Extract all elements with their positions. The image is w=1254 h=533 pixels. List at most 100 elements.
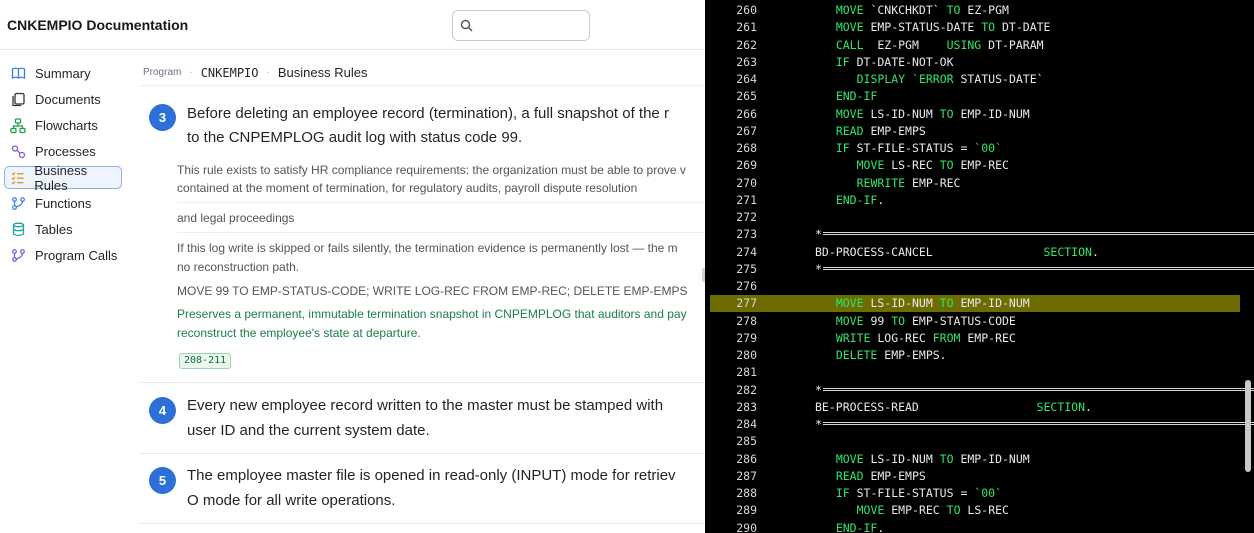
code-line[interactable]: 282 * [705,382,1254,399]
code-keyword: CALL [835,37,878,52]
code-token: EMP-ID-NUM [960,106,1030,121]
comment-star: * [815,382,822,397]
sidebar-item-functions[interactable]: Functions [4,192,122,215]
breadcrumb-current-page: Business Rules [277,65,368,80]
code-token: LOG-REC [877,330,926,345]
code-keyword: TO [939,503,968,518]
code-line[interactable]: 270 REWRITE EMP-REC [705,175,1254,192]
code-line[interactable]: 272 [705,209,1254,226]
line-number: 264 [736,72,757,86]
code-token: LS-ID-NUM [870,296,933,311]
code-line[interactable]: 271 END-IF. [705,192,1254,209]
code-viewer[interactable]: 260 MOVE `CNKCHKDT` TO EZ-PGM 261 MOVE EMP-… [705,0,1254,533]
main-content: Program · CNKEMPIO · Business Rules 3 Be… [133,51,705,533]
highlighted-code-line[interactable]: 277 MOVE LS-ID-NUM TO EMP-ID-NUM [705,295,1254,313]
line-number: 283 [736,399,757,414]
line-number: 269 [736,158,757,173]
code-text: MOVE 99 TO EMP-STATUS-CODE [836,313,1016,330]
line-number: 288 [736,486,757,500]
breadcrumb-program[interactable]: CNKEMPIO [201,66,259,80]
code-line[interactable]: 261 MOVE EMP-STATUS-DATE TO DT-DATE [705,19,1254,36]
code-line[interactable]: 266 MOVE LS-ID-NUM TO EMP-ID-NUM [705,106,1254,123]
code-line[interactable]: 269 MOVE LS-REC TO EMP-REC [705,157,1254,174]
sidebar-item-label: Documents [35,92,101,107]
code-line[interactable]: 281 [705,364,1254,381]
sidebar-item-documents[interactable]: Documents [4,88,122,111]
comment-divider: * [815,382,1254,399]
code-keyword: `00` [974,141,1002,155]
code-keyword: FROM [925,330,968,345]
code-token: EMP-EMPS [870,468,926,483]
code-line[interactable]: 285 [705,433,1254,450]
code-line[interactable]: 278 MOVE 99 TO EMP-STATUS-CODE [705,313,1254,330]
code-line[interactable]: 284 * [705,416,1254,433]
code-keyword: USING [918,37,989,52]
line-number: 263 [736,54,757,69]
source-lines-tag[interactable]: 208-211 [179,353,232,369]
rule-rationale-line: contained at the moment of termination, … [177,181,638,195]
search-input[interactable] [477,15,585,36]
code-line[interactable]: 286 MOVE LS-ID-NUM TO EMP-ID-NUM [705,451,1254,468]
sidebar-item-processes[interactable]: Processes [4,140,122,163]
code-keyword: SECTION [918,399,1086,414]
code-line[interactable]: 276 [705,278,1254,295]
code-text: MOVE `CNKCHKDT` TO EZ-PGM [836,2,1009,19]
code-text: IF ST-FILE-STATUS = `00` [836,140,1002,157]
code-text: CALL EZ-PGM USING DT-PARAM [836,37,1044,54]
line-number: 274 [736,244,757,259]
code-line[interactable]: 288 IF ST-FILE-STATUS = `00` [705,485,1254,502]
code-line[interactable]: 264 DISPLAY `ERROR STATUS-DATE` [705,71,1254,88]
code-line[interactable]: 274 BD-PROCESS-CANCEL SECTION. [705,244,1254,261]
breadcrumb-root[interactable]: Program [143,67,181,78]
code-line[interactable]: 290 END-IF. [705,520,1254,533]
code-text: MOVE LS-REC TO EMP-REC [857,157,1009,174]
rule-implementation: MOVE 99 TO EMP-STATUS-CODE; WRITE LOG-RE… [177,284,688,298]
code-line[interactable]: 268 IF ST-FILE-STATUS = `00` [705,140,1254,157]
breadcrumb-separator: · [266,67,270,78]
sidebar-item-flowcharts[interactable]: Flowcharts [4,114,122,137]
divider-rule [823,232,1254,236]
code-keyword: TO [932,451,961,466]
code-keyword: TO [974,20,1002,35]
code-keyword: REWRITE [856,175,913,190]
code-line[interactable]: 273 * [705,226,1254,243]
code-token: ST-FILE-STATUS = [856,141,975,155]
sidebar-item-summary[interactable]: Summary [4,62,122,85]
code-line[interactable]: 287 READ EMP-EMPS [705,468,1254,485]
sidebar-item-program-calls[interactable]: Program Calls [4,244,122,267]
breadcrumb: Program · CNKEMPIO · Business Rules [143,65,367,80]
code-keyword: TO [932,158,961,173]
sidebar-item-tables[interactable]: Tables [4,218,122,241]
code-line[interactable]: 262 CALL EZ-PGM USING DT-PARAM [705,37,1254,54]
rule-title-line: Before deleting an employee record (term… [187,105,669,122]
code-line[interactable]: 275 * [705,261,1254,278]
rule-number-badge: 4 [149,397,176,424]
line-number: 275 [736,261,757,276]
rule-effect-line: Preserves a permanent, immutable termina… [177,307,687,321]
code-line[interactable]: 260 MOVE `CNKCHKDT` TO EZ-PGM [705,2,1254,19]
code-line[interactable]: 280 DELETE EMP-EMPS. [705,347,1254,364]
rule-divider [177,202,705,203]
rule-title-line: user ID and the current system date. [187,422,430,439]
search-box[interactable] [452,10,590,41]
rule-title-line: Every new employee record written to the… [187,397,664,414]
code-line[interactable]: 263 IF DT-DATE-NOT-OK [705,54,1254,71]
code-keyword: WRITE [835,330,878,345]
comment-star: * [815,227,822,242]
code-token: EMP-ID-NUM [960,451,1030,466]
code-line[interactable]: 265 END-IF [705,88,1254,105]
code-keyword: END-IF [835,520,878,533]
code-token: EMP-REC [960,158,1009,173]
code-keyword: `ERROR [912,72,961,86]
sidebar-item-business-rules[interactable]: Business Rules [4,163,122,193]
code-line[interactable]: 283 BE-PROCESS-READ SECTION. [705,399,1254,416]
code-line[interactable]: 289 MOVE EMP-REC TO LS-REC [705,502,1254,519]
line-number: 272 [736,210,757,224]
app-title-suffix: Documentation [82,17,189,33]
code-token: ST-FILE-STATUS = [856,486,975,500]
breadcrumb-separator: · [189,67,193,78]
code-scrollbar-thumb[interactable] [1245,380,1251,472]
code-line[interactable]: 279 WRITE LOG-REC FROM EMP-REC [705,330,1254,347]
code-line[interactable]: 267 READ EMP-EMPS [705,123,1254,140]
code-text: MOVE LS-ID-NUM TO EMP-ID-NUM [836,106,1030,123]
